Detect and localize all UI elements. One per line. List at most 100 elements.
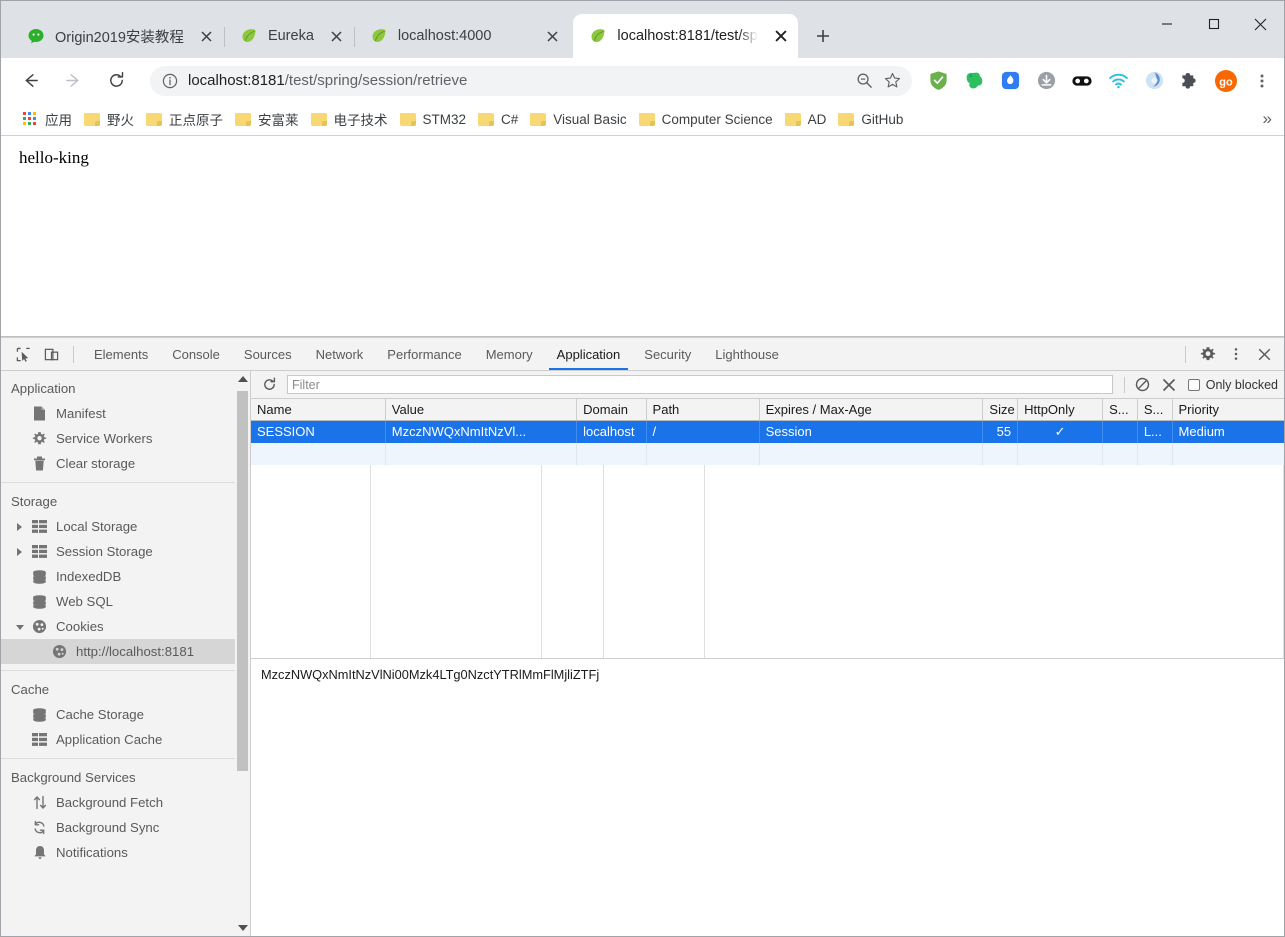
- sidebar-item-manifest[interactable]: Manifest: [1, 401, 250, 426]
- devtools-tab-application[interactable]: Application: [545, 338, 633, 370]
- minimize-button[interactable]: [1143, 1, 1190, 47]
- bookmark-item-4[interactable]: 电子技术: [307, 106, 396, 132]
- maximize-button[interactable]: [1190, 1, 1237, 47]
- scroll-down-icon[interactable]: [238, 925, 248, 931]
- close-icon[interactable]: [539, 23, 565, 49]
- sidebar-item-local-storage[interactable]: Local Storage: [1, 514, 250, 539]
- circle-swirl-icon[interactable]: [1139, 66, 1169, 96]
- checkbox-box[interactable]: [1187, 378, 1200, 391]
- bookmark-item-10[interactable]: GitHub: [834, 109, 911, 130]
- sidebar-item-background-fetch[interactable]: Background Fetch: [1, 790, 250, 815]
- browser-toolbar: localhost:8181/test/spring/session/retri…: [1, 58, 1284, 103]
- info-circle-icon[interactable]: [162, 73, 178, 89]
- sidebar-item-cookies[interactable]: Cookies: [1, 614, 250, 639]
- bookmark-item-7[interactable]: Visual Basic: [526, 109, 634, 130]
- devtools-tab-lighthouse[interactable]: Lighthouse: [703, 338, 791, 370]
- zoom-out-icon[interactable]: [850, 67, 878, 95]
- bookmark-item-3[interactable]: 安富莱: [231, 106, 307, 132]
- devtools-tab-security[interactable]: Security: [632, 338, 703, 370]
- devtools-tab-console[interactable]: Console: [160, 338, 232, 370]
- more-options-icon[interactable]: [1222, 341, 1250, 367]
- devtools-tab-elements[interactable]: Elements: [82, 338, 160, 370]
- chevron-right-icon[interactable]: [17, 523, 22, 531]
- bookmark-item-8[interactable]: Computer Science: [635, 109, 781, 130]
- sidebar-item-label: Notifications: [56, 845, 128, 860]
- close-devtools-icon[interactable]: [1250, 341, 1278, 367]
- sidebar-item-web-sql[interactable]: Web SQL: [1, 589, 250, 614]
- sidebar-scrollbar[interactable]: [235, 371, 250, 936]
- column-header-expires[interactable]: Expires / Max-Age: [759, 399, 984, 421]
- scrollbar-thumb[interactable]: [237, 391, 248, 771]
- chrome-menu-button[interactable]: [1248, 66, 1276, 96]
- devtools-tab-sources[interactable]: Sources: [232, 338, 304, 370]
- sidebar-item-indexeddb[interactable]: IndexedDB: [1, 564, 250, 589]
- close-icon[interactable]: [324, 23, 350, 49]
- sidebar-item-label: Local Storage: [56, 519, 138, 534]
- address-bar[interactable]: localhost:8181/test/spring/session/retri…: [150, 65, 912, 96]
- browser-tab-1[interactable]: Origin2019安装教程: [11, 14, 225, 58]
- forward-button[interactable]: [58, 66, 88, 96]
- chevron-right-icon[interactable]: [17, 548, 22, 556]
- folder-icon: [310, 112, 327, 126]
- devtools-tab-network[interactable]: Network: [304, 338, 376, 370]
- sidebar-item-clear-storage[interactable]: Clear storage: [1, 451, 250, 476]
- sidebar-item-notifications[interactable]: Notifications: [1, 840, 250, 865]
- column-header-httponly[interactable]: HttpOnly: [1017, 399, 1104, 421]
- bookmark-item-9[interactable]: AD: [781, 109, 835, 130]
- bookmark-item-5[interactable]: STM32: [396, 109, 475, 130]
- only-blocked-checkbox[interactable]: Only blocked: [1187, 378, 1278, 392]
- wifi-icon[interactable]: [1103, 66, 1133, 96]
- spring-leaf-icon: [589, 27, 607, 45]
- gear-icon[interactable]: [1194, 341, 1222, 367]
- inspect-element-icon[interactable]: [9, 341, 37, 367]
- sidebar-item-cookie-origin[interactable]: http://localhost:8181: [1, 639, 250, 664]
- puzzle-icon[interactable]: [1175, 66, 1205, 96]
- close-button[interactable]: [1237, 1, 1284, 47]
- cookies-panel: Only blocked Name Value: [251, 371, 1284, 936]
- sidebar-item-cache-storage[interactable]: Cache Storage: [1, 702, 250, 727]
- bookmark-item-2[interactable]: 正点原子: [142, 106, 231, 132]
- clear-all-cookies-icon[interactable]: [1130, 374, 1156, 396]
- bookmark-item-apps[interactable]: 应用: [19, 106, 80, 132]
- evernote-elephant-icon[interactable]: [959, 66, 989, 96]
- sidebar-item-session-storage[interactable]: Session Storage: [1, 539, 250, 564]
- bookmark-star-icon[interactable]: [878, 67, 906, 95]
- close-icon[interactable]: [768, 23, 794, 49]
- browser-tab-2[interactable]: Eureka: [224, 14, 355, 58]
- table-row[interactable]: SESSION MzczNWQxNmItNzVl... localhost / …: [251, 420, 1284, 443]
- column-header-domain[interactable]: Domain: [576, 399, 647, 421]
- scroll-up-icon[interactable]: [238, 376, 248, 382]
- column-header-samesite[interactable]: S...: [1137, 399, 1173, 421]
- sidebar-item-application-cache[interactable]: Application Cache: [1, 727, 250, 752]
- column-header-value[interactable]: Value: [385, 399, 578, 421]
- filter-input[interactable]: [287, 375, 1113, 394]
- bookmark-item-6[interactable]: C#: [474, 109, 526, 130]
- close-icon[interactable]: [194, 23, 220, 49]
- droplet-icon[interactable]: [995, 66, 1025, 96]
- glasses-icon[interactable]: [1067, 66, 1097, 96]
- new-tab-button[interactable]: [808, 21, 838, 51]
- sidebar-item-service-workers[interactable]: Service Workers: [1, 426, 250, 451]
- sidebar-item-background-sync[interactable]: Background Sync: [1, 815, 250, 840]
- adguard-shield-icon[interactable]: [923, 66, 953, 96]
- chevron-down-icon[interactable]: [16, 625, 24, 634]
- reload-button[interactable]: [101, 66, 131, 96]
- bookmarks-overflow-button[interactable]: »: [1263, 109, 1272, 129]
- devtools-tab-memory[interactable]: Memory: [474, 338, 545, 370]
- device-toolbar-icon[interactable]: [37, 341, 65, 367]
- column-header-path[interactable]: Path: [646, 399, 760, 421]
- back-button[interactable]: [15, 66, 45, 96]
- browser-tab-4-active[interactable]: localhost:8181/test/sp: [573, 14, 798, 58]
- browser-tab-3[interactable]: localhost:4000: [354, 14, 575, 58]
- bookmark-item-1[interactable]: 野火: [80, 106, 142, 132]
- delete-cookie-icon[interactable]: [1156, 374, 1182, 396]
- column-header-name[interactable]: Name: [251, 399, 386, 421]
- devtools-tab-performance[interactable]: Performance: [375, 338, 473, 370]
- column-header-size[interactable]: Size: [982, 399, 1019, 421]
- column-header-priority[interactable]: Priority: [1172, 399, 1284, 421]
- column-header-secure[interactable]: S...: [1102, 399, 1138, 421]
- table-row-empty[interactable]: [251, 442, 1284, 465]
- download-icon[interactable]: [1031, 66, 1061, 96]
- refresh-icon[interactable]: [257, 374, 281, 396]
- profile-avatar[interactable]: go: [1211, 66, 1241, 96]
